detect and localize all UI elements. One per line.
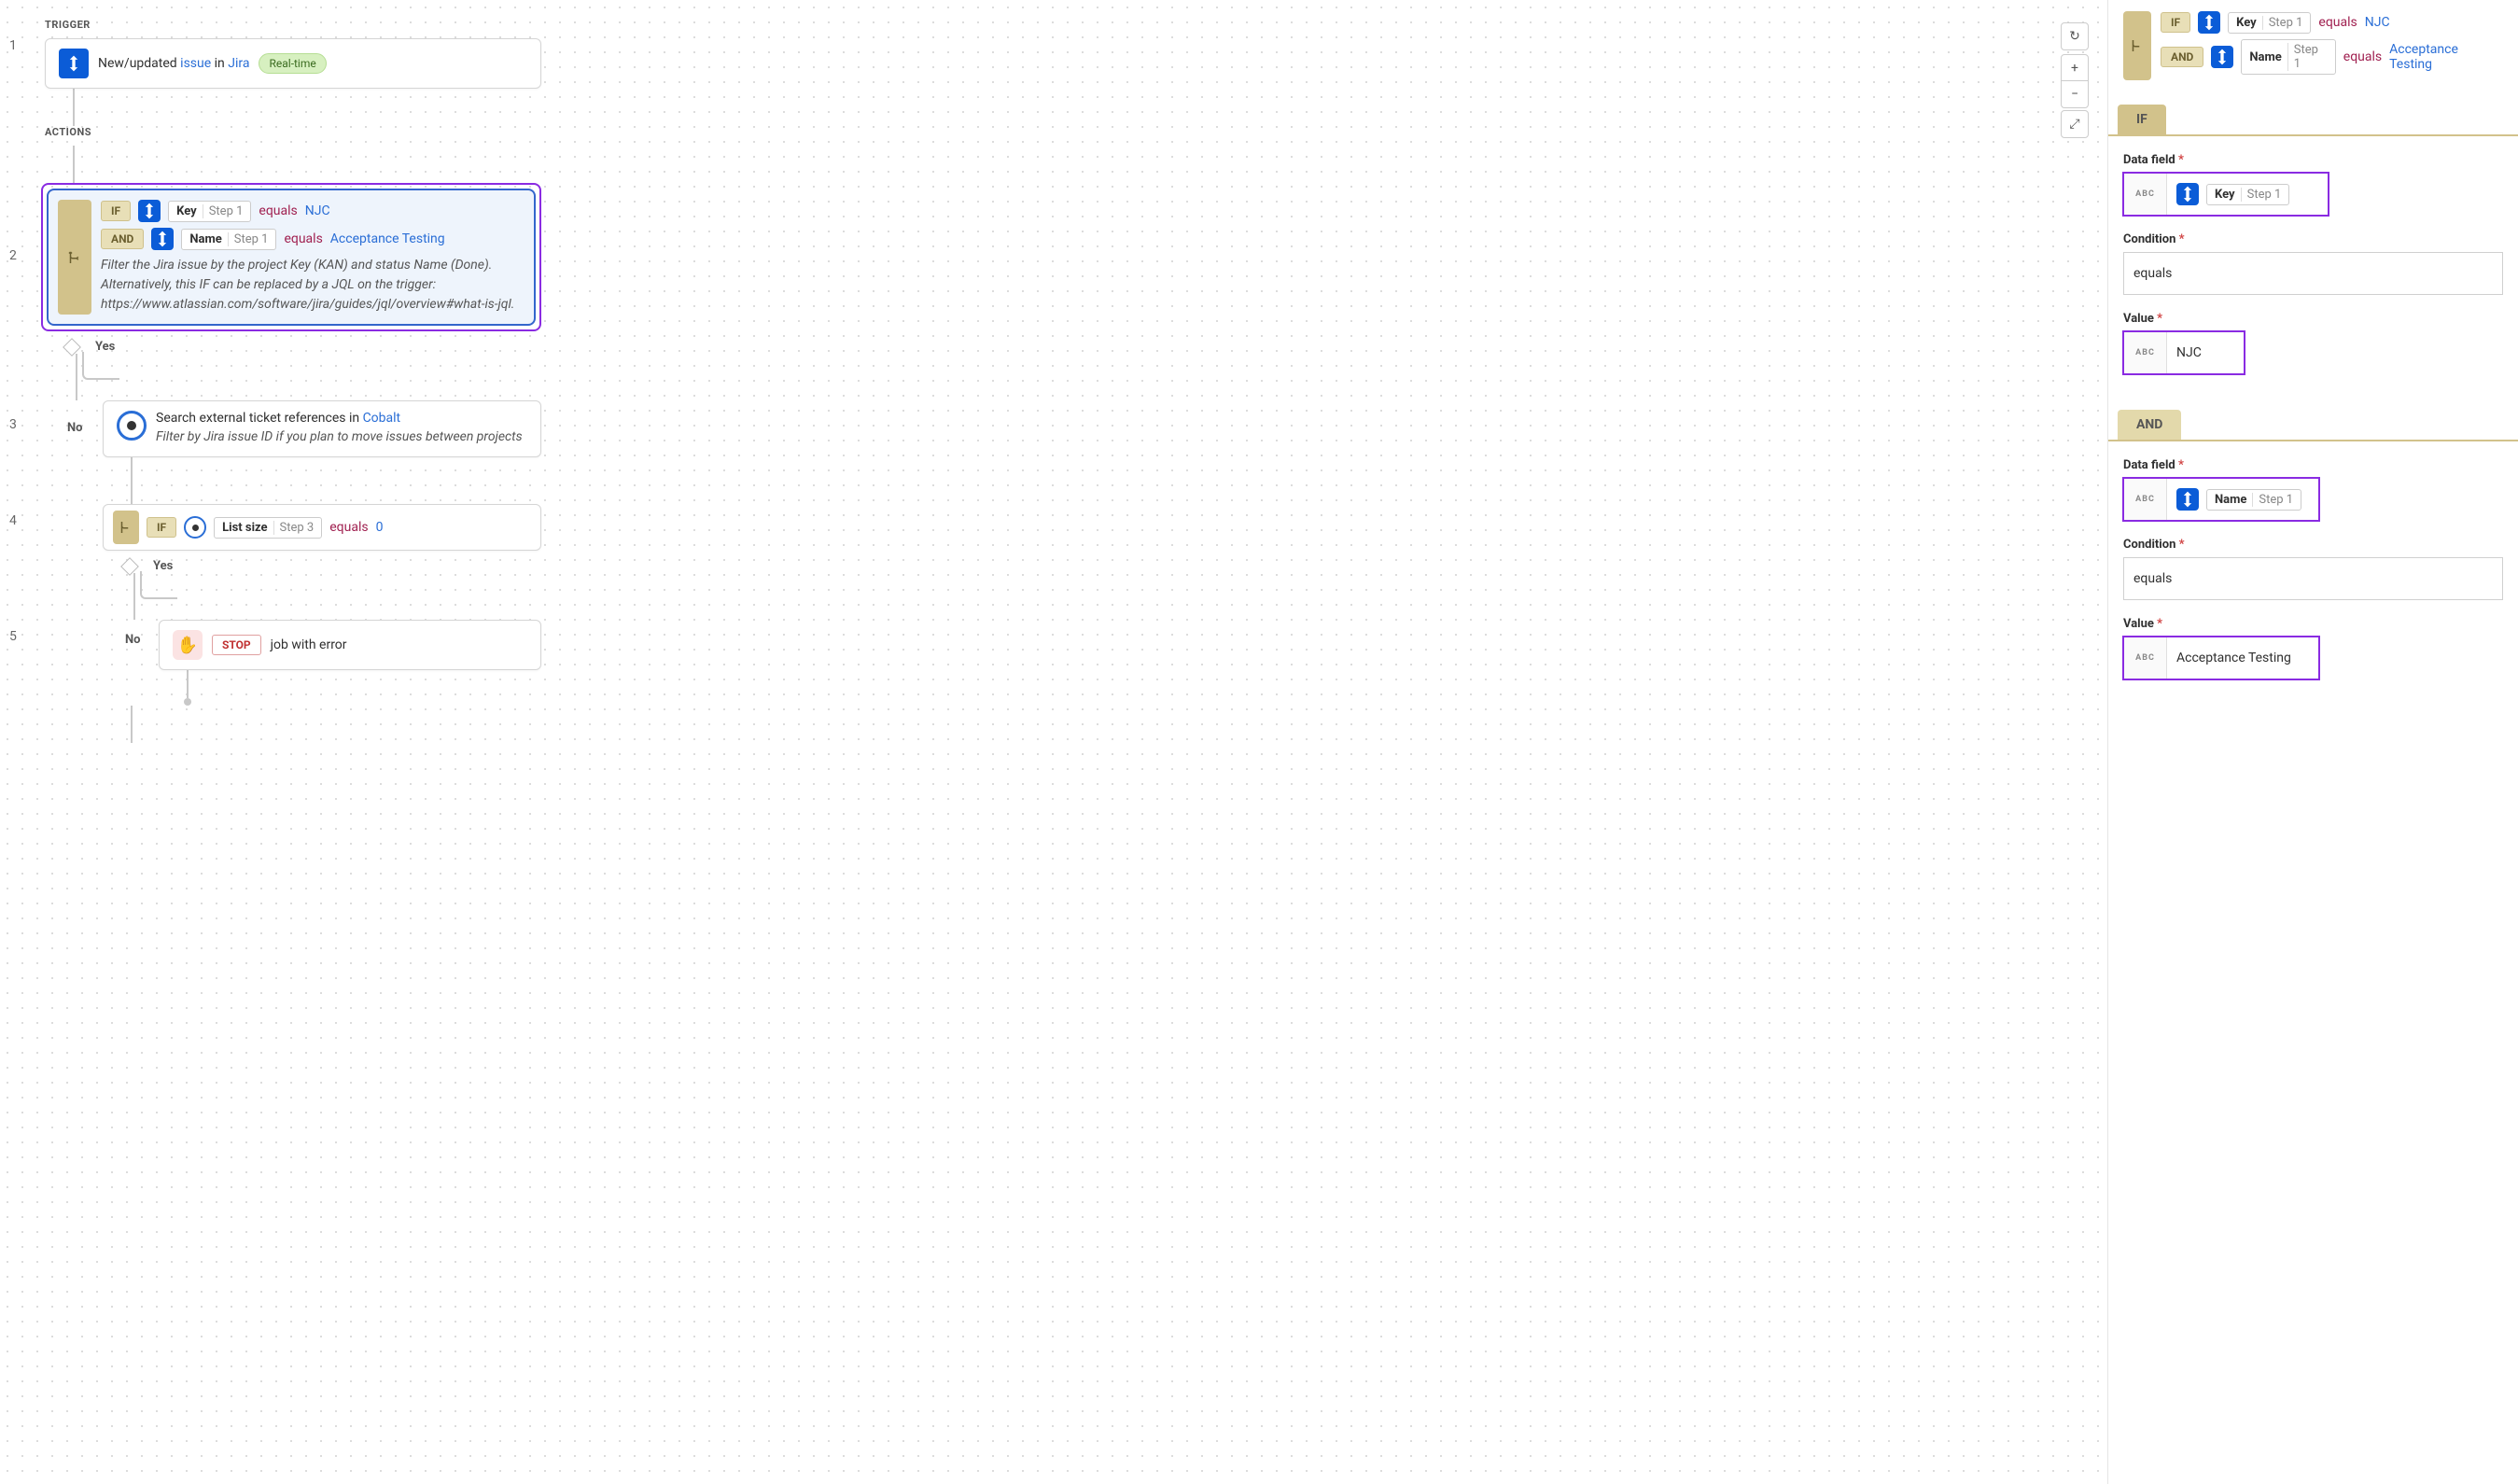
step-number: 3	[9, 417, 17, 432]
field-chip-key: KeyStep 1	[168, 201, 251, 222]
operator-text: equals	[259, 203, 297, 218]
cobalt-search-node[interactable]: Search external ticket references in Cob…	[103, 400, 541, 457]
and-config-section: AND Data field * ABC NameStep 1	[2108, 410, 2518, 706]
value-text: NJC	[2365, 15, 2390, 30]
jira-icon	[2176, 488, 2199, 511]
branch-icon	[2123, 11, 2151, 80]
if-pill: IF	[2161, 12, 2190, 33]
condition-node-2[interactable]: IF List sizeStep 3 equals 0	[103, 504, 541, 551]
operator-text: equals	[329, 520, 368, 535]
fit-icon: ⤢	[2062, 111, 2088, 137]
cobalt-subtitle: Filter by Jira issue ID if you plan to m…	[156, 427, 523, 447]
field-chip: KeyStep 1	[2206, 184, 2289, 205]
and-pill: AND	[2161, 47, 2203, 67]
config-sidebar: IF KeyStep 1 equals NJC AND NameStep 1 e…	[2107, 0, 2518, 1484]
yes-label: Yes	[153, 559, 173, 573]
jira-icon	[2198, 11, 2220, 34]
trigger-text: New/updated issue in Jira	[98, 56, 249, 71]
sidebar-summary: IF KeyStep 1 equals NJC AND NameStep 1 e…	[2108, 11, 2518, 95]
operator-text: equals	[284, 231, 322, 246]
branch-icon	[113, 511, 139, 544]
if-pill: IF	[147, 517, 176, 538]
jira-icon	[151, 228, 174, 250]
if-tab-header[interactable]: IF	[2118, 105, 2166, 134]
value-input[interactable]: ABC Acceptance Testing	[2123, 637, 2319, 679]
condition-label: Condition *	[2123, 538, 2503, 552]
step-number: 1	[9, 38, 17, 53]
data-field-input[interactable]: ABC NameStep 1	[2123, 478, 2319, 521]
condition-description: Filter the Jira issue by the project Key…	[101, 256, 525, 315]
operator-text: equals	[2318, 15, 2357, 30]
stop-pill: STOP	[212, 635, 261, 655]
formula-icon: ABC	[2124, 637, 2167, 679]
stop-icon: ✋	[173, 630, 203, 660]
if-config-section: IF Data field * ABC KeyStep 1	[2108, 105, 2518, 400]
step-number: 5	[9, 629, 17, 644]
and-pill: AND	[101, 229, 144, 249]
jira-icon	[138, 200, 161, 222]
no-label: No	[67, 421, 83, 435]
branch-icon	[58, 200, 91, 315]
realtime-badge: Real-time	[259, 53, 326, 74]
condition-select[interactable]: equals	[2123, 252, 2503, 295]
field-chip-listsize: List sizeStep 3	[214, 517, 322, 539]
field-chip-name: NameStep 1	[2241, 39, 2335, 75]
formula-icon: ABC	[2124, 332, 2167, 373]
field-chip-name: NameStep 1	[181, 229, 276, 250]
operator-text: equals	[2343, 49, 2382, 64]
jira-icon	[59, 49, 89, 78]
formula-icon: ABC	[2124, 479, 2167, 520]
cobalt-icon	[117, 411, 147, 441]
branch-diamond	[120, 557, 139, 576]
fit-button[interactable]: ⤢	[2061, 110, 2089, 138]
cobalt-title: Search external ticket references in Cob…	[156, 411, 523, 426]
value-label: Value *	[2123, 617, 2503, 631]
cobalt-icon	[184, 516, 206, 539]
stop-node[interactable]: ✋ STOP job with error	[159, 620, 541, 670]
value-text: 0	[376, 520, 384, 535]
condition-node-selected[interactable]: IF KeyStep 1 equals NJC AND NameStep 1 e	[41, 183, 541, 331]
no-label: No	[125, 633, 141, 647]
value-input[interactable]: ABC NJC	[2123, 331, 2245, 374]
trigger-node[interactable]: New/updated issue in Jira Real-time	[45, 38, 541, 89]
step-number: 2	[9, 248, 17, 263]
undo-button[interactable]: ↻	[2061, 22, 2089, 50]
branch-diamond	[63, 338, 81, 357]
formula-icon: ABC	[2124, 174, 2167, 215]
workflow-canvas[interactable]: ↻ + − ⤢ TRIGGER 1 New/updated issue in J…	[0, 0, 2107, 1484]
zoom-controls: + −	[2061, 54, 2089, 108]
jira-icon	[2211, 46, 2233, 68]
yes-label: Yes	[95, 340, 115, 354]
stop-text: job with error	[271, 637, 347, 652]
condition-select[interactable]: equals	[2123, 557, 2503, 600]
actions-section-label: ACTIONS	[45, 126, 541, 138]
value-text: Acceptance Testing	[330, 231, 445, 246]
and-tab-header[interactable]: AND	[2118, 410, 2181, 440]
data-field-input[interactable]: ABC KeyStep 1	[2123, 173, 2329, 216]
condition-label: Condition *	[2123, 232, 2503, 246]
data-field-label: Data field *	[2123, 153, 2503, 167]
step-number: 4	[9, 513, 17, 528]
field-chip-key: KeyStep 1	[2228, 12, 2311, 34]
zoom-out-button[interactable]: −	[2062, 81, 2088, 107]
undo-icon: ↻	[2062, 23, 2088, 49]
value-label: Value *	[2123, 312, 2503, 326]
zoom-in-button[interactable]: +	[2062, 55, 2088, 81]
field-chip: NameStep 1	[2206, 489, 2301, 511]
if-pill: IF	[101, 201, 131, 221]
value-text: Acceptance Testing	[2389, 42, 2503, 72]
jira-icon	[2176, 183, 2199, 205]
value-text: NJC	[305, 203, 330, 218]
trigger-section-label: TRIGGER	[45, 19, 541, 31]
data-field-label: Data field *	[2123, 458, 2503, 472]
